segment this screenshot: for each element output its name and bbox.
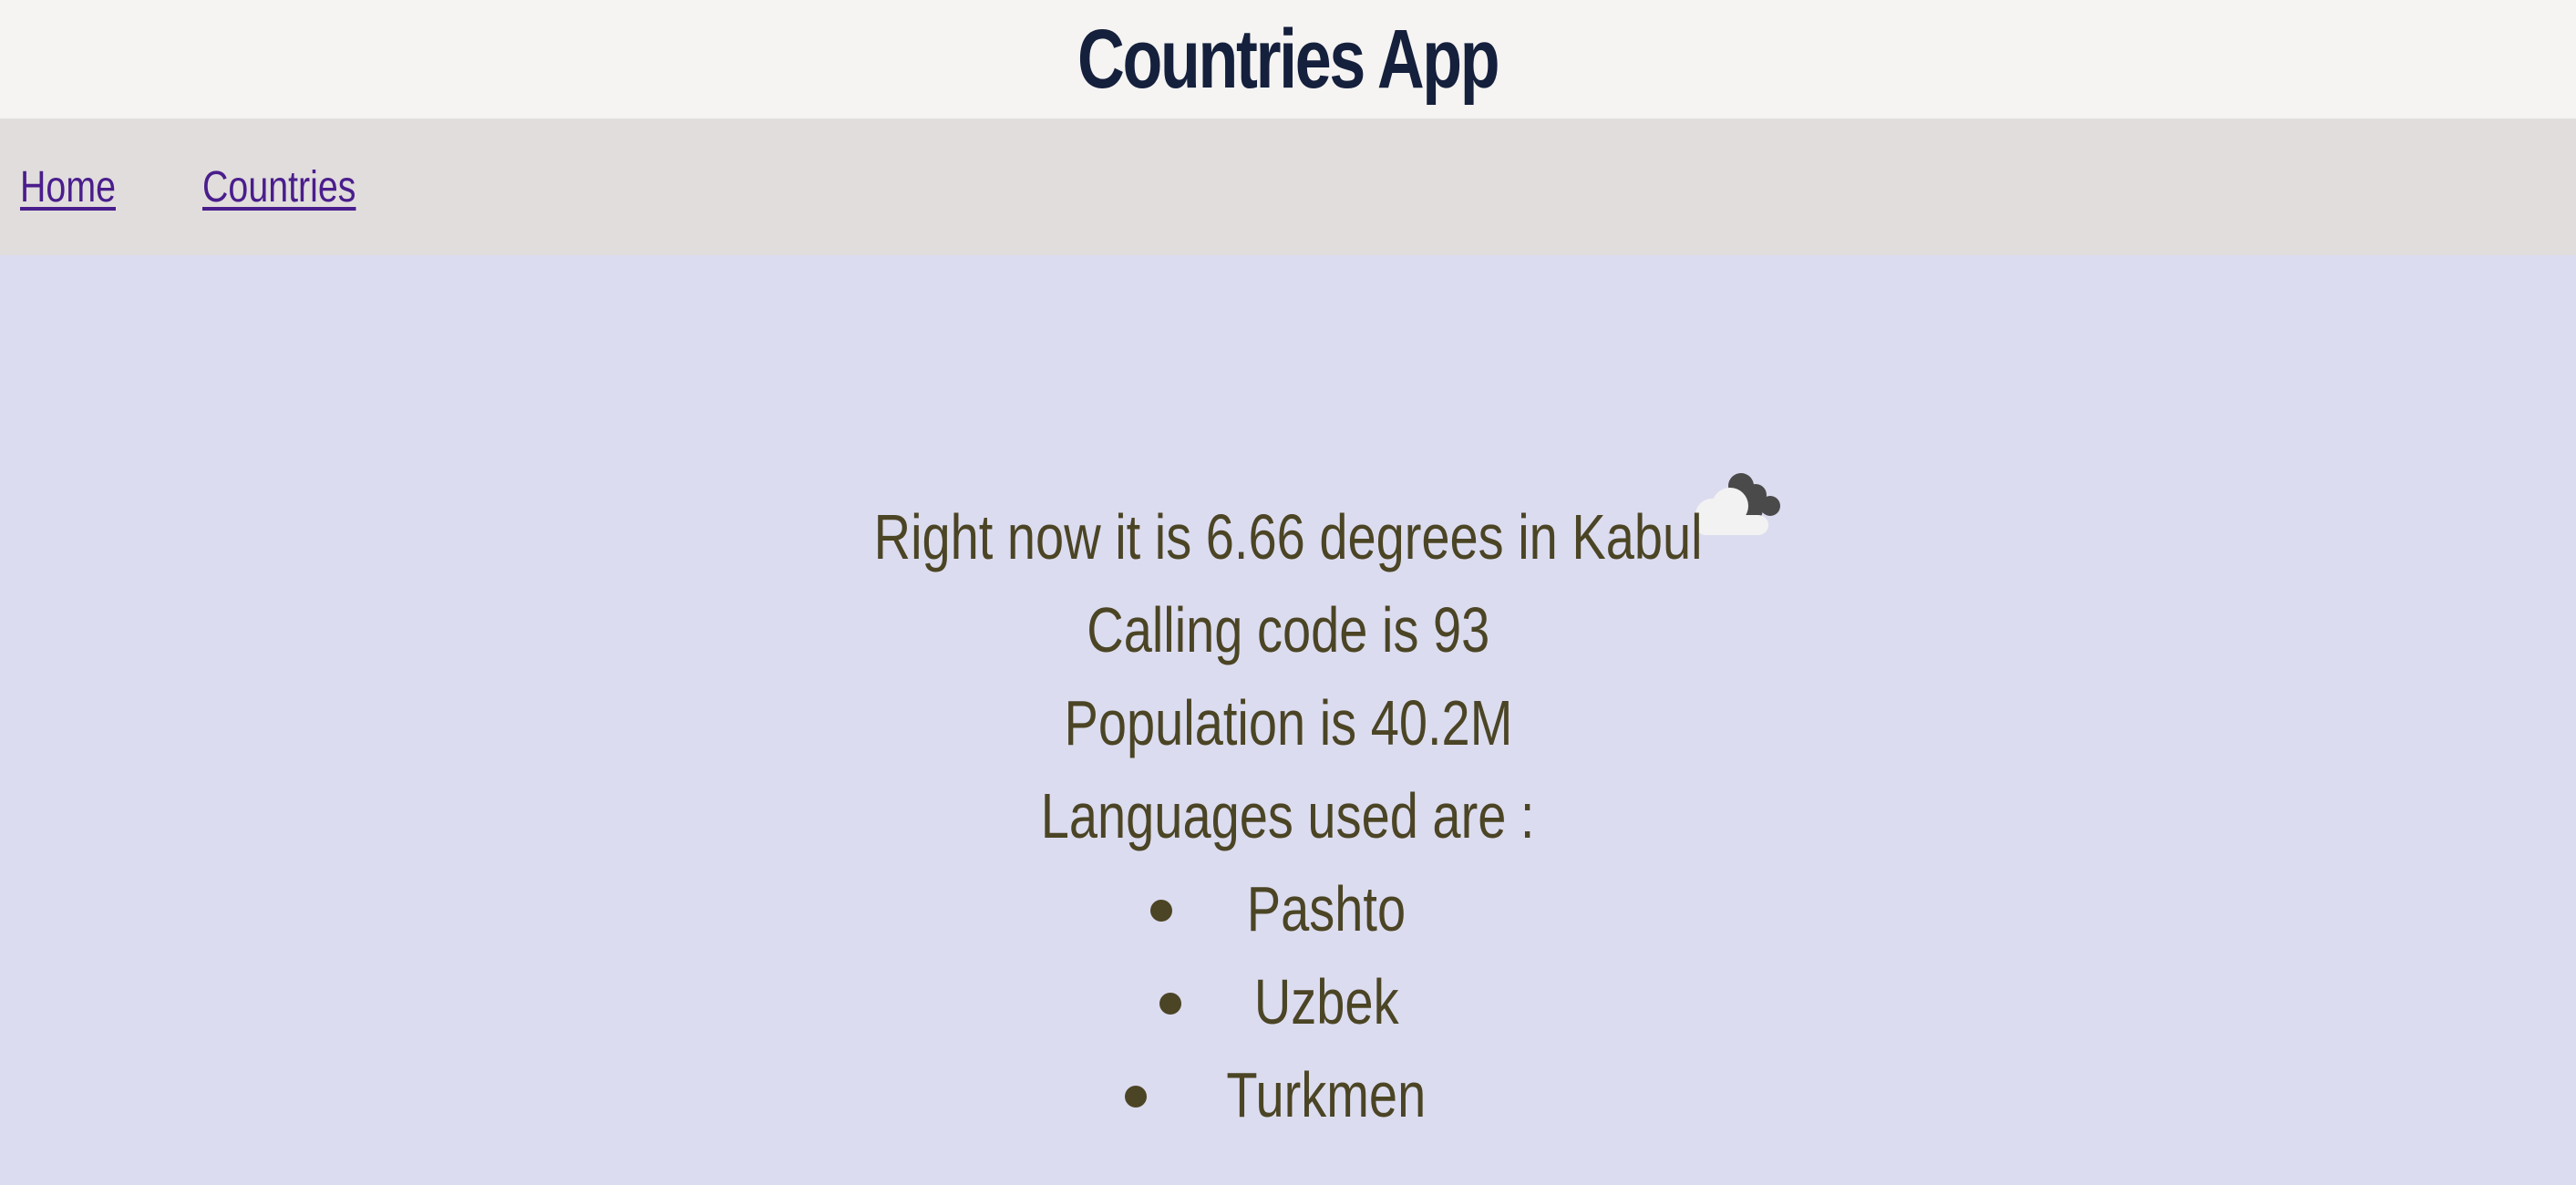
country-info: Right now it is 6.66 degrees in Kabul Ca… (0, 490, 2576, 1141)
list-item: Uzbek (0, 955, 2576, 1048)
list-item: Pashto (0, 862, 2576, 955)
nav-link-home[interactable]: Home (20, 162, 116, 212)
app-header: Countries App (0, 0, 2576, 118)
languages-heading: Languages used are : (0, 769, 2576, 862)
list-item: Turkmen (0, 1048, 2576, 1141)
language-label: Uzbek (1253, 966, 1399, 1037)
population-text: Population is 40.2M (0, 676, 2576, 769)
bullet-icon (1125, 1085, 1148, 1108)
country-details: Right now it is 6.66 degrees in Kabul Ca… (0, 255, 2576, 1185)
languages-list: Pashto Uzbek Turkmen (0, 862, 2576, 1141)
population-line: Population is 40.2M (1064, 687, 1512, 758)
weather-line: Right now it is 6.66 degrees in Kabul (873, 501, 1703, 572)
weather-text: Right now it is 6.66 degrees in Kabul (0, 490, 2576, 583)
bullet-icon (1159, 992, 1181, 1015)
language-label: Turkmen (1226, 1059, 1427, 1130)
page-title: Countries App (1077, 13, 1500, 106)
language-label: Pashto (1246, 873, 1406, 944)
nav-bar: Home Countries (0, 118, 2576, 255)
bullet-icon (1150, 899, 1173, 922)
calling-code-line: Calling code is 93 (1086, 594, 1490, 665)
calling-code-text: Calling code is 93 (0, 583, 2576, 676)
nav-link-countries[interactable]: Countries (202, 162, 355, 212)
languages-heading-text: Languages used are : (1041, 780, 1535, 851)
